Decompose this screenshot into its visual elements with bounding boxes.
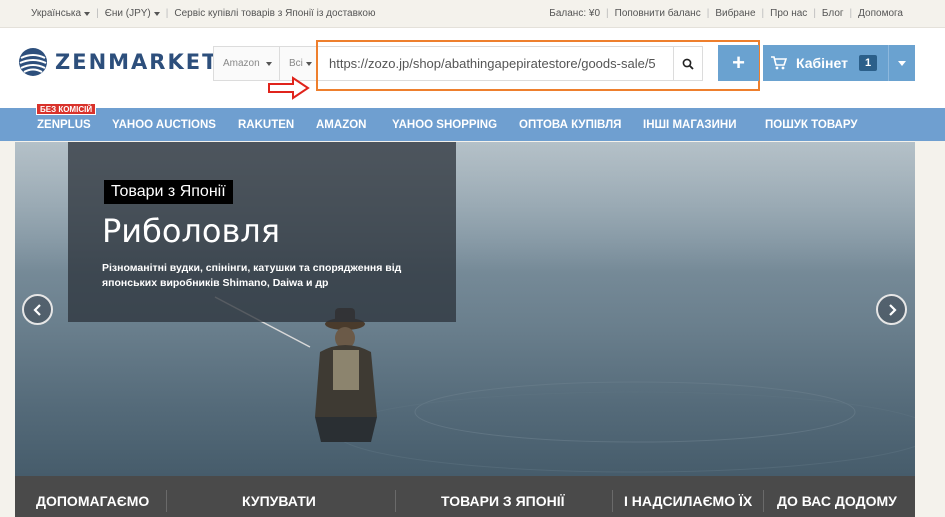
- top-bar-left: Українська | Єни (JPY) | Сервіс купівлі …: [31, 8, 375, 19]
- store-select-label: Amazon: [223, 58, 260, 69]
- top-bar: Українська | Єни (JPY) | Сервіс купівлі …: [0, 0, 945, 28]
- divider: [612, 490, 613, 512]
- cart-icon: [771, 56, 787, 70]
- chevron-right-icon: [888, 303, 897, 316]
- steps-bar: ДОПОМАГАЄМО КУПУВАТИ ТОВАРИ З ЯПОНІЇ І Н…: [15, 476, 915, 517]
- nav-item-wholesale[interactable]: ОПТОВА КУПІВЛЯ: [519, 119, 621, 131]
- divider: |: [165, 8, 169, 19]
- about-link[interactable]: Про нас: [770, 8, 807, 19]
- top-bar-right: Баланс: ¥0 | Поповнити баланс | Вибране …: [549, 8, 903, 19]
- divider: [166, 490, 167, 512]
- nav-item-amazon[interactable]: AMAZON: [316, 119, 366, 131]
- logo-globe-icon: [19, 48, 47, 76]
- cart-count-badge: 1: [858, 55, 878, 71]
- cabinet-dropdown[interactable]: [888, 45, 915, 81]
- nav-item-rakuten[interactable]: RAKUTEN: [238, 119, 294, 131]
- cabinet-button[interactable]: Кабінет 1: [763, 45, 888, 81]
- chevron-down-icon: [265, 61, 272, 66]
- hero-description: Різноманітні вудки, спінінги, катушки та…: [102, 262, 402, 289]
- help-link[interactable]: Допомога: [858, 8, 903, 19]
- logo[interactable]: ZENMARKET: [18, 47, 218, 77]
- header: ZENMARKET Amazon Всі https://zozo.jp/sho…: [0, 28, 945, 108]
- no-commission-badge: БЕЗ КОМІСІЙ: [36, 103, 97, 115]
- divider: [763, 490, 764, 512]
- step-buy: КУПУВАТИ: [242, 493, 316, 509]
- search-highlight-box: [316, 40, 760, 91]
- arrow-right-icon: [268, 76, 310, 100]
- language-select[interactable]: Українська: [31, 8, 91, 19]
- divider: |: [606, 8, 609, 19]
- chevron-left-icon: [32, 303, 41, 316]
- step-help: ДОПОМАГАЄМО: [36, 493, 150, 509]
- balance-text: Баланс: ¥0: [549, 8, 601, 19]
- add-item-button[interactable]: +: [718, 45, 759, 81]
- divider: |: [849, 8, 853, 19]
- divider: |: [761, 8, 765, 19]
- cabinet-label: Кабінет: [796, 55, 848, 71]
- hero-caption-box: Товари з Японії Риболовля Різноманітні в…: [68, 142, 456, 322]
- currency-label: Єни (JPY): [104, 8, 151, 19]
- chevron-down-icon: [898, 60, 906, 66]
- chevron-down-icon: [84, 11, 91, 16]
- language-label: Українська: [31, 8, 82, 19]
- chevron-down-icon: [153, 11, 160, 16]
- slider-next-button[interactable]: [876, 294, 907, 325]
- favorites-link[interactable]: Вибране: [715, 8, 755, 19]
- hero-tag: Товари з Японії: [104, 180, 233, 204]
- chevron-down-icon: [305, 61, 312, 66]
- currency-select[interactable]: Єни (JPY): [105, 8, 160, 19]
- main-nav: ZENPLUS YAHOO AUCTIONS RAKUTEN AMAZON YA…: [0, 108, 945, 141]
- nav-item-product-search[interactable]: ПОШУК ТОВАРУ: [765, 119, 858, 131]
- nav-item-other-stores[interactable]: ІНШІ МАГАЗИНИ: [643, 119, 736, 131]
- step-goods: ТОВАРИ З ЯПОНІЇ: [441, 493, 565, 509]
- divider: |: [96, 8, 99, 19]
- hero-title: Риболовля: [102, 212, 280, 250]
- blog-link[interactable]: Блог: [822, 8, 844, 19]
- nav-item-yahoo-auctions[interactable]: YAHOO AUCTIONS: [112, 119, 216, 131]
- slider-prev-button[interactable]: [22, 294, 53, 325]
- divider: |: [813, 8, 816, 19]
- step-ship: І НАДСИЛАЄМО ЇХ: [624, 493, 753, 509]
- category-select-label: Всі: [289, 58, 303, 69]
- nav-item-zenplus[interactable]: ZENPLUS: [37, 119, 91, 131]
- step-home: ДО ВАС ДОДОМУ: [777, 493, 897, 509]
- divider: [395, 490, 396, 512]
- logo-text: ZENMARKET: [55, 50, 219, 74]
- tagline: Сервіс купівлі товарів з Японії із доста…: [174, 8, 376, 19]
- hero-slider: Товари з Японії Риболовля Різноманітні в…: [15, 142, 915, 476]
- topup-link[interactable]: Поповнити баланс: [615, 8, 701, 19]
- divider: |: [706, 8, 710, 19]
- page: Українська | Єни (JPY) | Сервіс купівлі …: [0, 0, 945, 517]
- nav-item-yahoo-shopping[interactable]: YAHOO SHOPPING: [392, 119, 497, 131]
